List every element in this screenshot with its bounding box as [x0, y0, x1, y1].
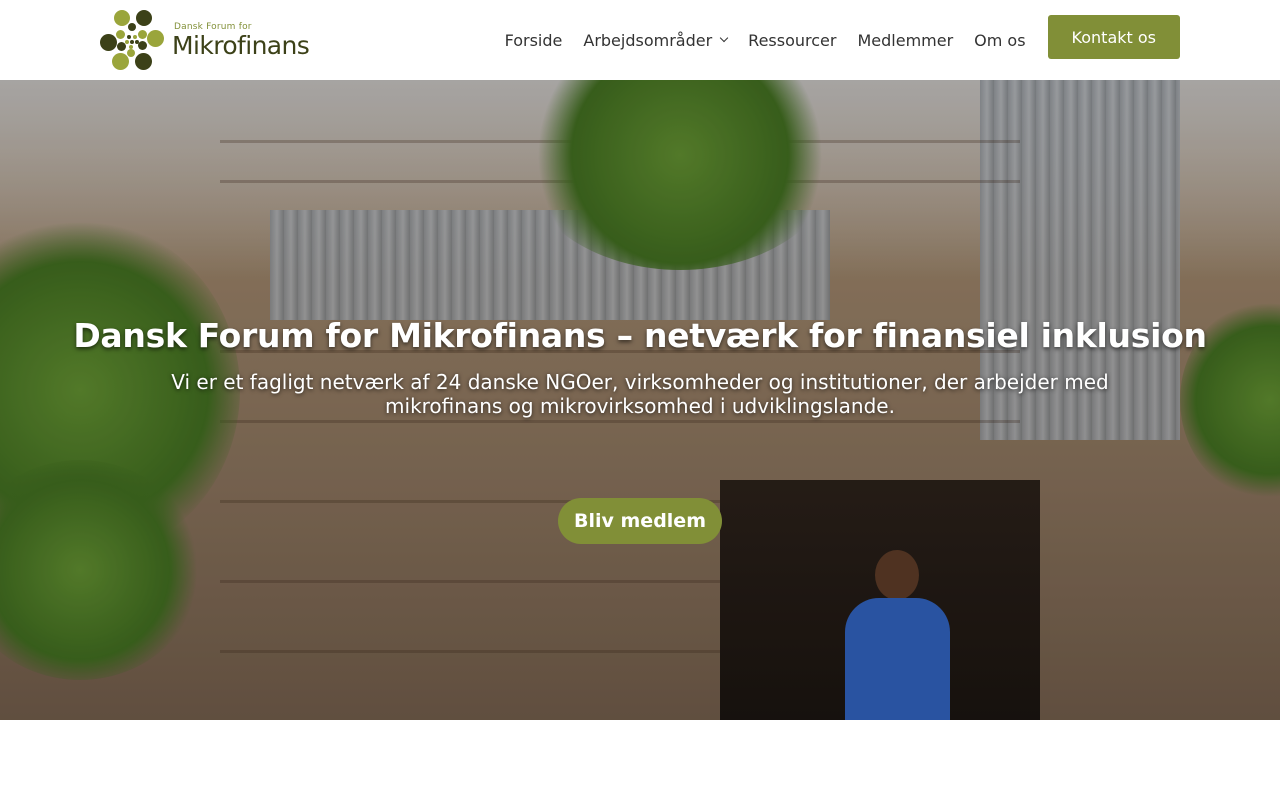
- contact-button[interactable]: Kontakt os: [1047, 15, 1180, 59]
- logo-wordmark: Dansk Forum for Mikrofinans: [172, 22, 310, 60]
- nav-item-label: Arbejdsområder: [583, 30, 713, 50]
- nav-item-ressourcer[interactable]: Ressourcer: [748, 31, 836, 50]
- nav-item-om-os[interactable]: Om os: [974, 31, 1025, 50]
- nav-item-medlemmer[interactable]: Medlemmer: [857, 31, 953, 50]
- logo-big-text: Mikrofinans: [172, 30, 310, 60]
- logo-dots-icon: [100, 10, 164, 70]
- nav-item-label: Om os: [974, 30, 1026, 50]
- site-header: Dansk Forum for Mikrofinans Forside Arbe…: [0, 0, 1280, 80]
- hero-section: Dansk Forum for Mikrofinans – netværk fo…: [0, 80, 1280, 720]
- nav-item-label: Medlemmer: [857, 30, 954, 50]
- chevron-down-icon: [719, 33, 729, 43]
- hero-title: Dansk Forum for Mikrofinans – netværk fo…: [73, 316, 1207, 355]
- site-logo[interactable]: Dansk Forum for Mikrofinans: [100, 10, 320, 70]
- nav-item-label: Ressourcer: [748, 30, 837, 50]
- nav-item-arbejdsomraader[interactable]: Arbejdsområder: [583, 30, 729, 50]
- become-member-button[interactable]: Bliv medlem: [558, 498, 722, 544]
- nav-item-label: Forside: [504, 30, 563, 50]
- nav-item-forside[interactable]: Forside: [505, 31, 563, 50]
- main-nav: Forside Arbejdsområder Ressourcer Medlem…: [505, 0, 1180, 80]
- hero-subtitle: Vi er et fagligt netværk af 24 danske NG…: [171, 370, 1109, 418]
